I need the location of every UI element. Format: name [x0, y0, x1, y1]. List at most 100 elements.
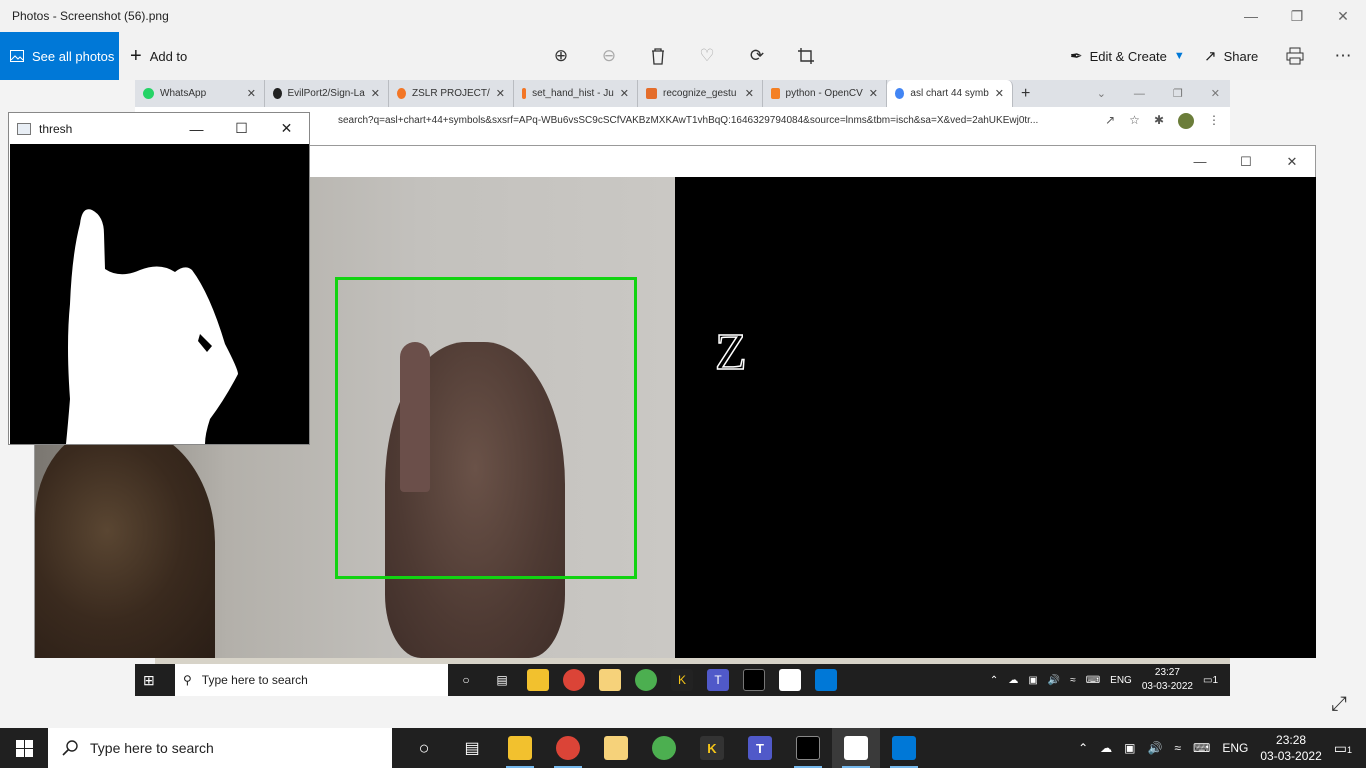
task-view-button[interactable]: ▤ [448, 728, 496, 768]
crop-icon[interactable] [794, 44, 818, 68]
file-button[interactable] [592, 728, 640, 768]
keyboard-icon[interactable]: ⌨ [1086, 675, 1100, 686]
close-icon[interactable]: ✕ [1269, 146, 1315, 177]
terminal-button[interactable] [784, 728, 832, 768]
see-all-photos-button[interactable]: See all photos [0, 32, 119, 80]
terminal-icon[interactable] [743, 669, 765, 691]
cortana-button[interactable]: ○ [400, 728, 448, 768]
volume-icon[interactable]: 🔊 [1147, 741, 1162, 755]
add-to-button[interactable]: + Add to [130, 32, 187, 80]
chevron-up-icon[interactable]: ⌃ [1078, 741, 1088, 755]
browser-tab[interactable]: python - OpenCV ✕ [763, 80, 887, 107]
browser-tab[interactable]: recognize_gestu ✕ [638, 80, 763, 107]
browser-tab[interactable]: ZSLR PROJECT/ ✕ [389, 80, 514, 107]
tab-label: set_hand_hist - Ju [532, 88, 614, 99]
clock[interactable]: 23:28 03-03-2022 [1260, 732, 1321, 764]
file-explorer-icon [508, 736, 532, 760]
tab-search-icon[interactable]: ⌄ [1097, 87, 1106, 100]
restore-icon[interactable]: ❐ [1173, 87, 1183, 100]
battery-icon[interactable]: ▣ [1124, 741, 1135, 755]
menu-icon[interactable]: ⋮ [1208, 113, 1220, 129]
avatar[interactable] [1178, 113, 1194, 129]
rotate-icon[interactable]: ⟳ [745, 44, 769, 68]
print-icon[interactable] [1283, 44, 1307, 68]
browser-tab[interactable]: WhatsApp ✕ [135, 80, 265, 107]
photos-app-button[interactable] [880, 728, 928, 768]
browser-tab[interactable]: EvilPort2/Sign-La ✕ [265, 80, 389, 107]
zoom-out-icon[interactable]: ⊖ [597, 44, 621, 68]
inner-taskbar-apps: ○ ▤ K T [455, 669, 837, 691]
new-tab-button[interactable]: + [1013, 80, 1047, 107]
close-icon[interactable]: ✕ [1211, 87, 1220, 100]
tab-close-icon[interactable]: ✕ [620, 87, 629, 100]
cortana-icon[interactable]: ○ [455, 669, 477, 691]
zoom-in-icon[interactable]: ⊕ [549, 44, 573, 68]
wifi-icon[interactable]: ≈ [1174, 741, 1181, 755]
minimize-icon[interactable]: — [1177, 146, 1223, 177]
app-k-button[interactable]: K [688, 728, 736, 768]
close-icon[interactable]: ✕ [1320, 0, 1366, 32]
chrome-profile-icon[interactable] [563, 669, 585, 691]
favorite-heart-icon[interactable]: ♡ [695, 44, 719, 68]
file-explorer-icon[interactable] [527, 669, 549, 691]
restore-icon[interactable]: ❐ [1274, 0, 1320, 32]
language-indicator[interactable]: ENG [1222, 741, 1248, 755]
inner-search-box[interactable]: ⚲ Type here to search [175, 664, 448, 696]
inner-clock[interactable]: 23:27 03-03-2022 [1142, 666, 1193, 694]
notification-icon[interactable]: ▭1 [1203, 675, 1218, 686]
close-icon[interactable]: ✕ [264, 113, 309, 144]
inner-lang[interactable]: ENG [1110, 675, 1132, 686]
notification-count: 1 [1212, 674, 1218, 686]
tab-label: WhatsApp [160, 88, 207, 99]
browser-tab[interactable]: set_hand_hist - Ju ✕ [514, 80, 638, 107]
tab-close-icon[interactable]: ✕ [496, 87, 505, 100]
fullscreen-expand-icon[interactable]: ⤢ [1331, 693, 1347, 716]
extensions-icon[interactable]: ✱ [1154, 113, 1164, 129]
windows-start-icon[interactable]: ⊞ [143, 672, 155, 689]
file-explorer-button[interactable] [496, 728, 544, 768]
notification-icon[interactable]: ▭1 [1334, 740, 1352, 757]
minimize-icon[interactable]: — [1228, 0, 1274, 32]
notepad-button[interactable] [832, 728, 880, 768]
time: 23:28 [1276, 733, 1307, 747]
maximize-icon[interactable]: ☐ [219, 113, 264, 144]
delete-icon[interactable] [646, 44, 670, 68]
chrome-icon[interactable] [635, 669, 657, 691]
start-button[interactable] [0, 728, 48, 768]
tab-close-icon[interactable]: ✕ [371, 87, 380, 100]
chrome-profile-button[interactable] [544, 728, 592, 768]
keyboard-icon[interactable]: ⌨ [1193, 741, 1210, 755]
teams-button[interactable]: T [736, 728, 784, 768]
chevron-up-icon[interactable]: ⌃ [990, 675, 998, 686]
browser-tab-active[interactable]: asl chart 44 symb ✕ [887, 80, 1013, 107]
volume-icon[interactable]: 🔊 [1048, 675, 1060, 686]
taskbar-search-box[interactable]: Type here to search [48, 728, 392, 768]
app-k-icon[interactable]: K [671, 669, 693, 691]
url-field[interactable]: search?q=asl+chart+44+symbols&sxsrf=APq-… [338, 115, 1088, 126]
file-icon[interactable] [599, 669, 621, 691]
notepad-icon[interactable] [779, 669, 801, 691]
tab-label: python - OpenCV [785, 88, 863, 99]
wifi-icon[interactable]: ≈ [1070, 675, 1076, 686]
share-icon: ↗ [1204, 48, 1217, 65]
tab-close-icon[interactable]: ✕ [247, 87, 256, 100]
task-view-icon[interactable]: ▤ [491, 669, 513, 691]
share-button[interactable]: ↗ Share [1204, 32, 1258, 80]
cloud-icon[interactable]: ☁ [1100, 741, 1112, 755]
minimize-icon[interactable]: — [174, 113, 219, 144]
tab-close-icon[interactable]: ✕ [995, 87, 1004, 100]
edit-create-button[interactable]: ✒ Edit & Create ▼ [1070, 32, 1185, 80]
bookmark-star-icon[interactable]: ☆ [1129, 113, 1140, 129]
battery-icon[interactable]: ▣ [1028, 675, 1037, 686]
tab-close-icon[interactable]: ✕ [869, 87, 878, 100]
photos-app-icon[interactable] [815, 669, 837, 691]
window-title: Photos - Screenshot (56).png [12, 9, 169, 23]
chrome-button[interactable] [640, 728, 688, 768]
minimize-icon[interactable]: — [1134, 88, 1145, 100]
more-options-icon[interactable]: ⋯ [1331, 44, 1355, 68]
teams-icon[interactable]: T [707, 669, 729, 691]
tab-close-icon[interactable]: ✕ [745, 87, 754, 100]
maximize-icon[interactable]: ☐ [1223, 146, 1269, 177]
share-icon[interactable]: ↗ [1105, 113, 1115, 129]
cloud-icon[interactable]: ☁ [1008, 675, 1018, 686]
